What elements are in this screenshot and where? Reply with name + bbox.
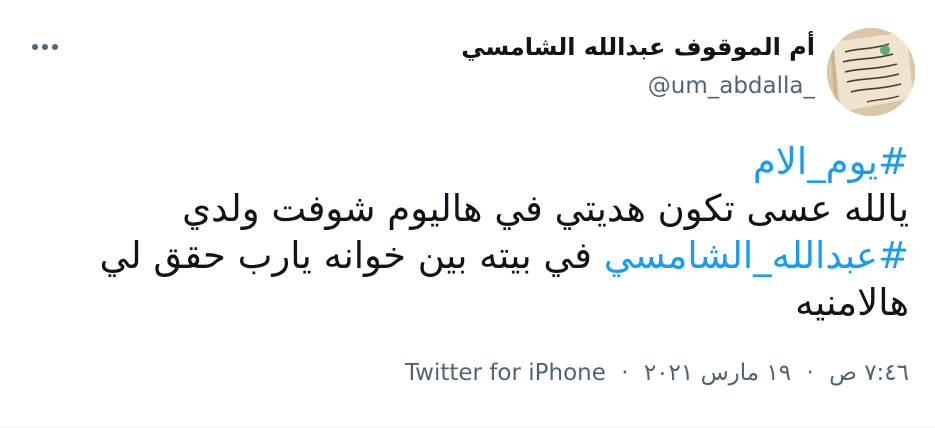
author-display-name[interactable]: أم الموقوف عبدالله الشامسي xyxy=(461,30,815,64)
more-dot xyxy=(52,44,58,50)
more-dot xyxy=(42,44,48,50)
tweet-date[interactable]: ١٩ مارس ٢٠٢١ xyxy=(644,360,791,386)
meta-separator: · xyxy=(806,360,814,386)
more-options-icon[interactable] xyxy=(28,34,62,58)
tweet-text-line-2: يالله عسى تكون هديتي في هاليوم شوفت ولدي xyxy=(182,187,909,230)
tweet-source[interactable]: Twitter for iPhone xyxy=(405,360,606,386)
tweet-card: أم الموقوف عبدالله الشامسي @um_abdalla_ … xyxy=(0,0,935,428)
handwritten-paper-avatar-icon xyxy=(827,28,915,116)
tweet-text-line-3: #عبدالله_الشامسي في بيته بين خوانه يارب … xyxy=(29,232,910,279)
tweet-text-line-3-text: في بيته بين خوانه يارب حقق لي xyxy=(99,234,604,277)
tweet-text-line-4: هالامنيه xyxy=(795,281,909,324)
tweet-time[interactable]: ٧:٤٦ ص xyxy=(829,360,909,386)
author-handle[interactable]: @um_abdalla_ xyxy=(648,70,815,102)
meta-separator: · xyxy=(621,360,629,386)
hashtag-abdullah-alshamsi[interactable]: #عبدالله_الشامسي xyxy=(604,234,909,277)
tweet-text: #يوم_الام يالله عسى تكون هديتي في هاليوم… xyxy=(29,138,910,326)
tweet-text-line-1: #يوم_الام xyxy=(29,138,909,185)
more-dot xyxy=(32,44,38,50)
tweet-metadata: ٧:٤٦ ص · ١٩ مارس ٢٠٢١ · Twitter for iPho… xyxy=(405,356,909,390)
hashtag-mothers-day[interactable]: #يوم_الام xyxy=(753,140,909,183)
author-avatar[interactable] xyxy=(827,28,915,116)
